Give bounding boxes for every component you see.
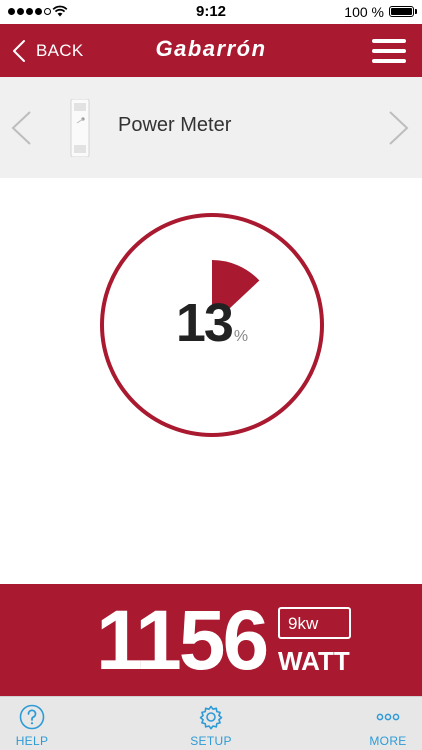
device-selector: Power Meter xyxy=(0,77,422,178)
gauge-percent-value: 13 xyxy=(175,293,234,353)
next-device-button[interactable] xyxy=(388,110,410,146)
power-value: 1156 xyxy=(96,593,269,687)
app-screen: 9:12 100 % BACK Gabarrón Power Meter 13 … xyxy=(0,0,422,750)
battery-icon xyxy=(389,6,414,17)
more-icon xyxy=(376,713,400,721)
tab-setup-label: SETUP xyxy=(190,734,232,748)
tab-more-label: MORE xyxy=(369,734,407,748)
capacity-badge[interactable]: 9kw xyxy=(278,607,351,639)
tab-setup[interactable]: SETUP xyxy=(171,697,251,750)
power-unit: WATT xyxy=(278,646,350,676)
battery-tip xyxy=(415,9,417,14)
nav-bar: BACK Gabarrón xyxy=(0,24,422,77)
battery-percentage: 100 % xyxy=(344,4,384,20)
power-meter-device-icon xyxy=(70,99,90,157)
chevron-left-icon xyxy=(11,111,31,145)
gauge-readout: 13% xyxy=(99,292,325,354)
gauge-percent-unit: % xyxy=(233,328,249,345)
brand-logo: Gabarrón xyxy=(155,36,267,61)
menu-button[interactable] xyxy=(372,37,408,65)
help-icon xyxy=(19,704,45,730)
power-panel: 1156 9kw WATT xyxy=(0,584,422,696)
previous-device-button[interactable] xyxy=(10,110,32,146)
device-name: Power Meter xyxy=(118,114,232,136)
status-bar: 9:12 100 % xyxy=(0,0,422,24)
tab-help[interactable]: HELP xyxy=(0,697,72,750)
gear-icon xyxy=(199,705,223,730)
tab-bar: HELP SETUP MORE xyxy=(0,696,422,750)
chevron-right-icon xyxy=(389,111,409,145)
tab-more[interactable]: MORE xyxy=(348,697,422,750)
usage-gauge: 13% xyxy=(99,212,325,438)
tab-help-label: HELP xyxy=(15,734,49,748)
